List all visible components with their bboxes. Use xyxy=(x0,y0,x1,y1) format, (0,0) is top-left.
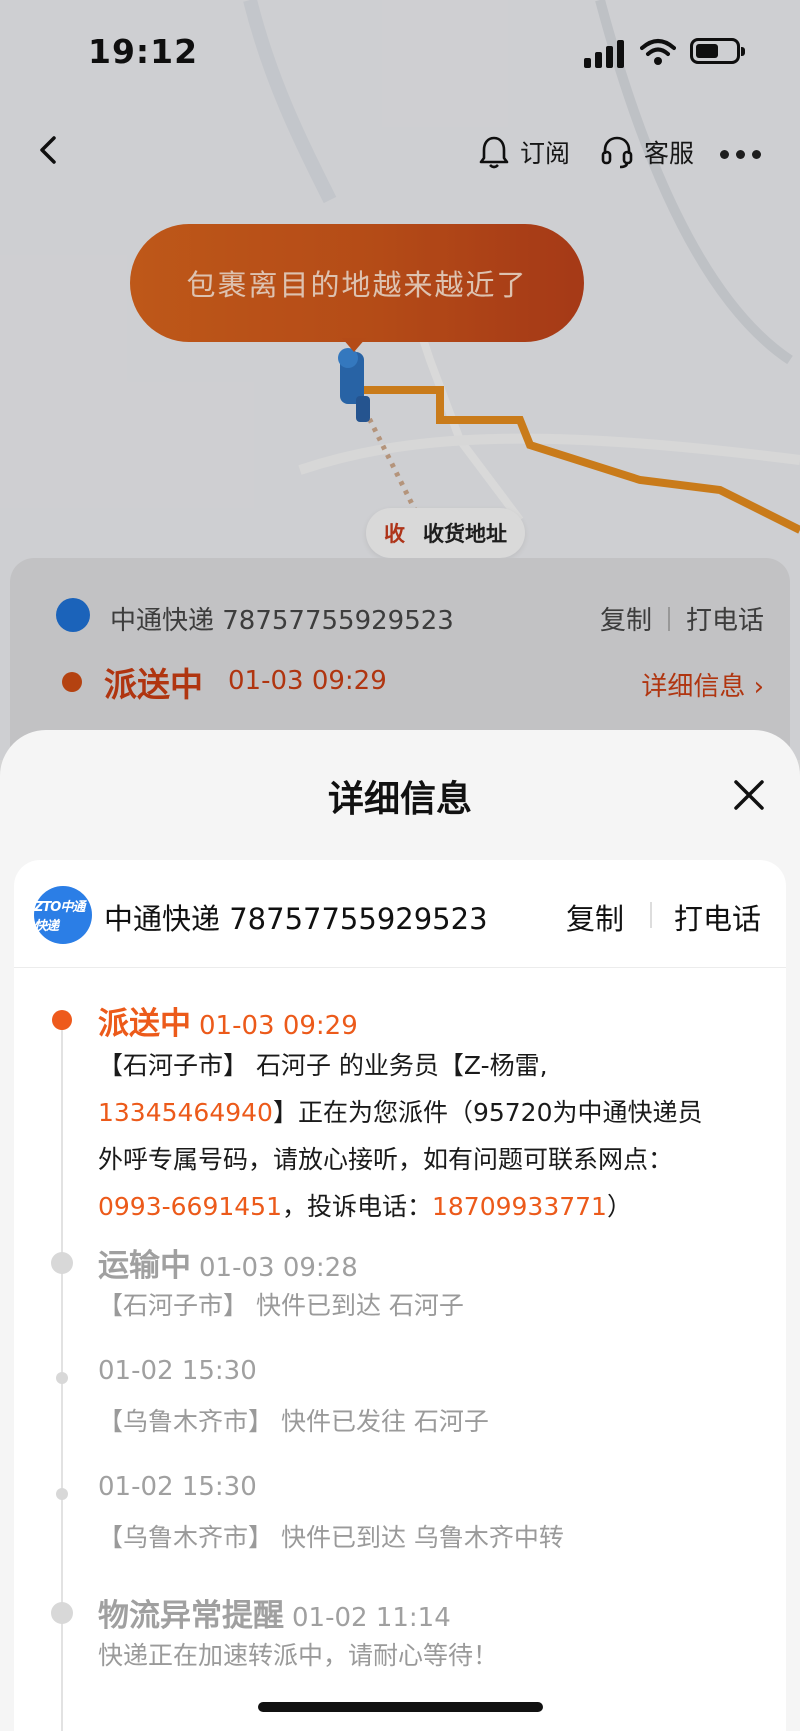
entry-header: 物流异常提醒 01-02 11:14 xyxy=(98,1590,451,1635)
timeline-dot-active xyxy=(52,1010,72,1030)
entry-time: 01-03 09:28 xyxy=(199,1253,358,1283)
entry-time: 01-02 15:30 xyxy=(98,1356,257,1386)
entry-time: 01-02 11:14 xyxy=(292,1603,451,1633)
entry-line: 【石河子市】 石河子 的业务员【Z-杨雷, xyxy=(98,1051,548,1080)
complaint-phone-link[interactable]: 18709933771 xyxy=(432,1192,607,1221)
entry-header: 01-02 15:30 xyxy=(98,1356,257,1386)
entry-description: 【乌鲁木齐市】 快件已到达 乌鲁木齐中转 xyxy=(98,1523,564,1552)
courier-phone-link[interactable]: 13345464940 xyxy=(98,1098,273,1127)
entry-time: 01-03 09:29 xyxy=(199,1011,358,1041)
entry-text: ） xyxy=(606,1192,632,1221)
entry-description: 【石河子市】 石河子 的业务员【Z-杨雷, 13345464940】正在为您派件… xyxy=(98,1042,768,1230)
entry-description: 【石河子市】 快件已到达 石河子 xyxy=(98,1291,464,1320)
entry-status: 物流异常提醒 xyxy=(98,1598,284,1634)
timeline-dot xyxy=(51,1602,73,1624)
carrier-tracking-number: 中通快递 78757755929523 xyxy=(104,902,488,936)
entry-header: 派送中 01-03 09:29 xyxy=(98,998,358,1043)
entry-description: 【乌鲁木齐市】 快件已发往 石河子 xyxy=(98,1407,489,1436)
call-button[interactable]: 打电话 xyxy=(674,896,761,938)
entry-time: 01-02 15:30 xyxy=(98,1472,257,1502)
entry-status: 运输中 xyxy=(98,1248,191,1284)
entry-line: 0993-6691451，投诉电话：18709933771） xyxy=(98,1183,768,1230)
timeline-dot xyxy=(56,1488,68,1500)
timeline-dot xyxy=(56,1372,68,1384)
close-icon[interactable] xyxy=(730,776,768,814)
entry-description: 快递正在加速转派中，请耐心等待！ xyxy=(98,1641,499,1670)
entry-status: 派送中 xyxy=(98,1006,191,1042)
entry-line: 外呼专属号码，请放心接听，如有问题可联系网点： xyxy=(98,1145,674,1174)
entry-header: 01-02 15:30 xyxy=(98,1472,257,1502)
entry-header: 运输中 01-03 09:28 xyxy=(98,1240,358,1285)
home-indicator[interactable] xyxy=(258,1702,543,1712)
outlet-phone-link[interactable]: 0993-6691451 xyxy=(98,1192,282,1221)
divider xyxy=(650,902,652,928)
copy-button[interactable]: 复制 xyxy=(566,896,624,938)
entry-line: 13345464940】正在为您派件（95720为中通快递员 xyxy=(98,1089,768,1136)
sheet-title: 详细信息 xyxy=(327,779,472,820)
details-panel: ZTO中通快递 中通快递 78757755929523 复制 打电话 派送中 01… xyxy=(14,860,786,1731)
carrier-row: ZTO中通快递 中通快递 78757755929523 复制 打电话 xyxy=(14,860,786,968)
tracking-timeline: 派送中 01-03 09:29 【石河子市】 石河子 的业务员【Z-杨雷, 133… xyxy=(14,968,786,1731)
timeline-dot xyxy=(51,1252,73,1274)
entry-text: 】正在为您派件（95720为中通快递员 xyxy=(272,1098,703,1127)
zto-logo-icon: ZTO中通快递 xyxy=(34,886,92,944)
details-sheet: 详细信息 ZTO中通快递 中通快递 78757755929523 复制 打电话 … xyxy=(0,730,800,1731)
entry-text: ，投诉电话： xyxy=(281,1192,432,1221)
